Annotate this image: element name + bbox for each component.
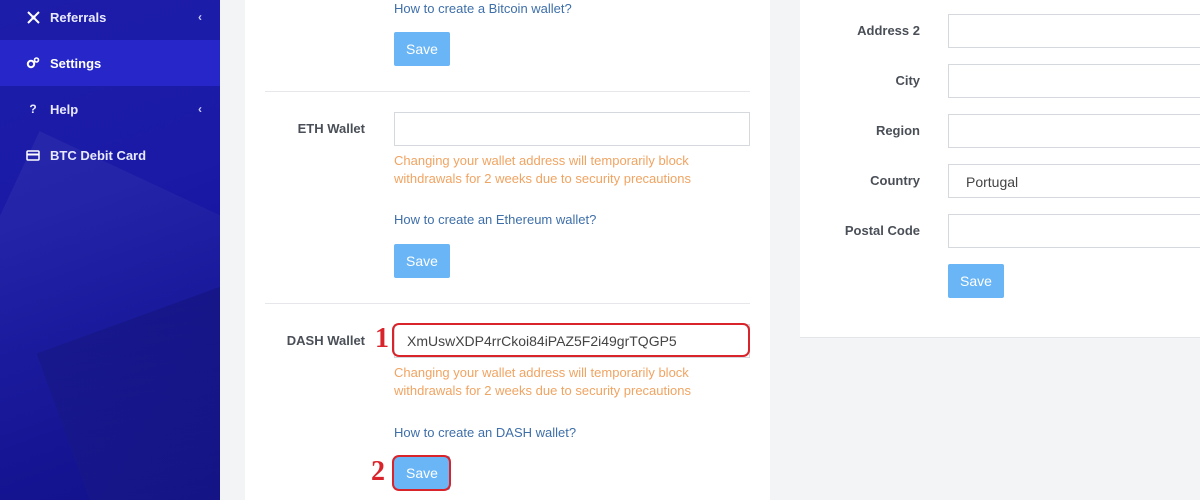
dash-wallet-input[interactable]	[394, 324, 750, 358]
country-select-value: Portugal	[966, 174, 1019, 190]
address-card: Address 2 City Region Country Portugal P…	[800, 0, 1200, 338]
sidebar-item-label: Help	[50, 101, 79, 117]
eth-wallet-label: ETH Wallet	[297, 121, 365, 136]
eth-warning-text: Changing your wallet address will tempor…	[394, 153, 691, 186]
sidebar-item-help[interactable]: ? Help ‹	[0, 86, 220, 132]
sidebar: Referrals ‹ Settings ? Help ‹ BTC Debit …	[0, 0, 220, 500]
dash-warning-text: Changing your wallet address will tempor…	[394, 365, 691, 398]
country-select[interactable]: Portugal	[948, 164, 1200, 198]
annotation-step-2: 2	[371, 456, 385, 487]
wallet-settings-card: How to create a Bitcoin wallet? Save ETH…	[245, 0, 770, 500]
dash-wallet-label: DASH Wallet	[286, 333, 365, 348]
city-input[interactable]	[948, 64, 1200, 98]
referrals-icon	[26, 10, 40, 24]
region-input[interactable]	[948, 114, 1200, 148]
sidebar-item-label: Settings	[50, 55, 102, 71]
region-label: Region	[875, 123, 920, 138]
eth-wallet-input[interactable]	[394, 112, 750, 146]
postal-code-input[interactable]	[948, 214, 1200, 248]
annotation-step-1: 1	[375, 323, 389, 354]
postal-code-label: Postal Code	[844, 223, 920, 238]
dash-save-button[interactable]: Save	[394, 456, 450, 490]
eth-help-link[interactable]: How to create an Ethereum wallet?	[394, 212, 596, 227]
settings-gears-icon	[26, 56, 40, 70]
chevron-left-icon: ‹	[198, 102, 202, 116]
address2-input[interactable]	[948, 14, 1200, 48]
credit-card-icon	[26, 149, 40, 161]
sidebar-item-settings[interactable]: Settings	[0, 40, 220, 86]
sidebar-item-label: Referrals	[50, 9, 107, 25]
eth-save-button[interactable]: Save	[394, 244, 450, 278]
dash-help-link[interactable]: How to create an DASH wallet?	[394, 425, 576, 440]
sidebar-item-referrals[interactable]: Referrals ‹	[0, 0, 220, 40]
address-save-button[interactable]: Save	[948, 264, 1004, 298]
city-label: City	[895, 73, 920, 88]
sidebar-item-btc-debit-card[interactable]: BTC Debit Card	[0, 132, 220, 178]
question-icon: ?	[29, 102, 37, 116]
section-divider	[265, 91, 750, 92]
country-label: Country	[870, 173, 920, 188]
btc-save-button[interactable]: Save	[394, 32, 450, 66]
sidebar-item-label: BTC Debit Card	[50, 147, 147, 163]
address2-label: Address 2	[857, 23, 920, 38]
btc-help-link[interactable]: How to create a Bitcoin wallet?	[394, 1, 572, 16]
section-divider	[265, 303, 750, 304]
chevron-left-icon: ‹	[198, 10, 202, 24]
